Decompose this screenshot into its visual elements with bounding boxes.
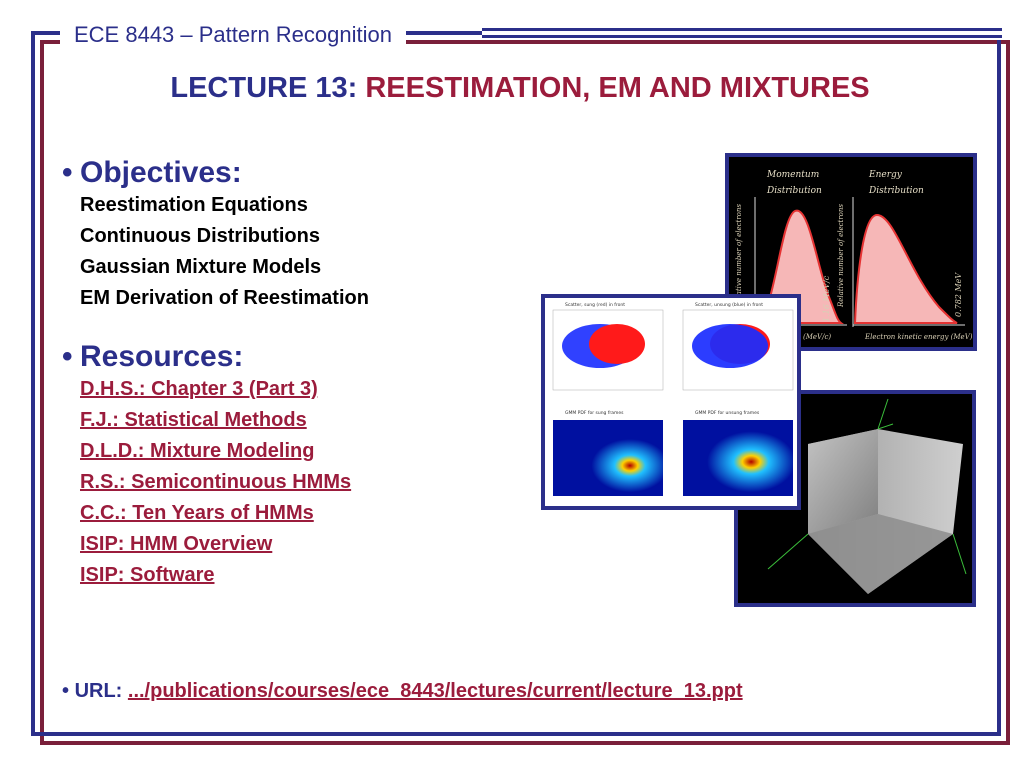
energy-annotation: 0.782 MeV	[954, 272, 963, 317]
energy-label: Distribution	[766, 186, 822, 196]
energy-ylabel: Relative number of electrons	[837, 204, 845, 308]
resource-link[interactable]: D.L.D.: Mixture Modeling	[62, 436, 351, 467]
resource-link[interactable]: F.J.: Statistical Methods	[62, 405, 351, 436]
energy-label: Energy	[868, 170, 903, 180]
objectives-heading: • Objectives:	[62, 156, 242, 189]
course-title: ECE 8443 – Pattern Recognition	[60, 20, 406, 50]
energy-xlabel: (MeV/c)	[803, 333, 831, 341]
energy-ylabel: Relative number of electrons	[735, 204, 743, 308]
lecture-title: LECTURE 13: REESTIMATION, EM AND MIXTURE…	[0, 70, 1024, 106]
scatter-gmm-figure: Scatter, sung (red) in front Scatter, un…	[541, 294, 801, 510]
objective-item: Reestimation Equations	[80, 194, 308, 216]
url-row: • URL: .../publications/courses/ece_8443…	[62, 680, 743, 703]
resource-link[interactable]: R.S.: Semicontinuous HMMs	[62, 467, 351, 498]
scatter-title: Scatter, unsung (blue) in front	[695, 302, 763, 308]
objective-item: EM Derivation of Reestimation	[80, 287, 369, 309]
resource-link[interactable]: ISIP: Software	[62, 560, 351, 591]
resources-heading: • Resources:	[62, 340, 244, 373]
lecture-number: LECTURE 13:	[170, 72, 358, 104]
scatter-title: GMM PDF for sung frames	[565, 410, 624, 416]
energy-label: Momentum	[766, 170, 819, 180]
energy-annotation: 1.16 MeV/c	[822, 275, 831, 322]
lecture-url-link[interactable]: .../publications/courses/ece_8443/lectur…	[128, 680, 743, 702]
scatter-gmm-plot: Scatter, sung (red) in front Scatter, un…	[552, 302, 794, 496]
objectives-section: • Objectives: Reestimation Equations Cont…	[62, 156, 369, 314]
resources-section: • Resources: D.H.S.: Chapter 3 (Part 3) F…	[62, 340, 351, 591]
resource-link[interactable]: C.C.: Ten Years of HMMs	[62, 498, 351, 529]
energy-xlabel: Electron kinetic energy (MeV)	[864, 333, 973, 341]
scatter-title: GMM PDF for unsung frames	[695, 410, 760, 416]
objective-item: Gaussian Mixture Models	[80, 256, 322, 278]
url-bullet: •	[62, 680, 75, 702]
lecture-topic: REESTIMATION, EM AND MIXTURES	[365, 72, 870, 104]
resource-link[interactable]: D.H.S.: Chapter 3 (Part 3)	[62, 374, 351, 405]
resource-link[interactable]: ISIP: HMM Overview	[62, 529, 351, 560]
url-label: URL:	[74, 680, 123, 702]
objective-item: Continuous Distributions	[80, 225, 320, 247]
scatter-title: Scatter, sung (red) in front	[565, 302, 625, 308]
energy-label: Distribution	[868, 186, 924, 196]
header-rule	[482, 28, 1002, 40]
